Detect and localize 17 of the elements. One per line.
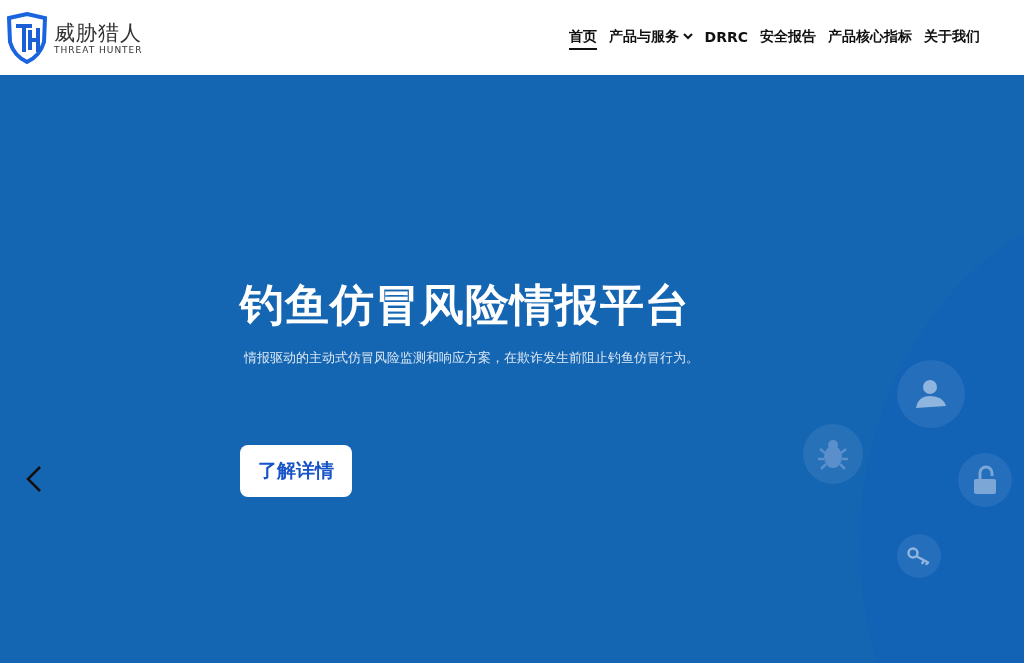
shield-logo-icon (6, 11, 48, 64)
logo-name: 威胁猎人 (54, 20, 143, 45)
hero-description: 情报驱动的主动式仿冒风险监测和响应方案，在欺诈发生前阻止钓鱼仿冒行为。 (244, 349, 700, 367)
learn-more-button[interactable]: 了解详情 (240, 445, 352, 497)
previous-slide-icon[interactable] (24, 465, 44, 493)
nav-link[interactable]: 产品核心指标 (828, 25, 912, 50)
nav-link[interactable]: 首页 (568, 25, 597, 50)
key-icon (907, 547, 931, 565)
bug-icon (817, 437, 849, 471)
nav-link[interactable]: 安全报告 (760, 25, 816, 50)
logo-subtitle: THREAT HUNTER (54, 44, 143, 55)
user-icon (915, 378, 947, 410)
nav-link[interactable]: 关于我们 (924, 25, 980, 50)
nav-link[interactable]: 产品与服务 (608, 25, 693, 50)
unlocked-padlock-icon (973, 465, 997, 495)
nav-link[interactable]: DRRC (704, 26, 748, 49)
hero-title: 钓鱼仿冒风险情报平台 (240, 278, 691, 332)
